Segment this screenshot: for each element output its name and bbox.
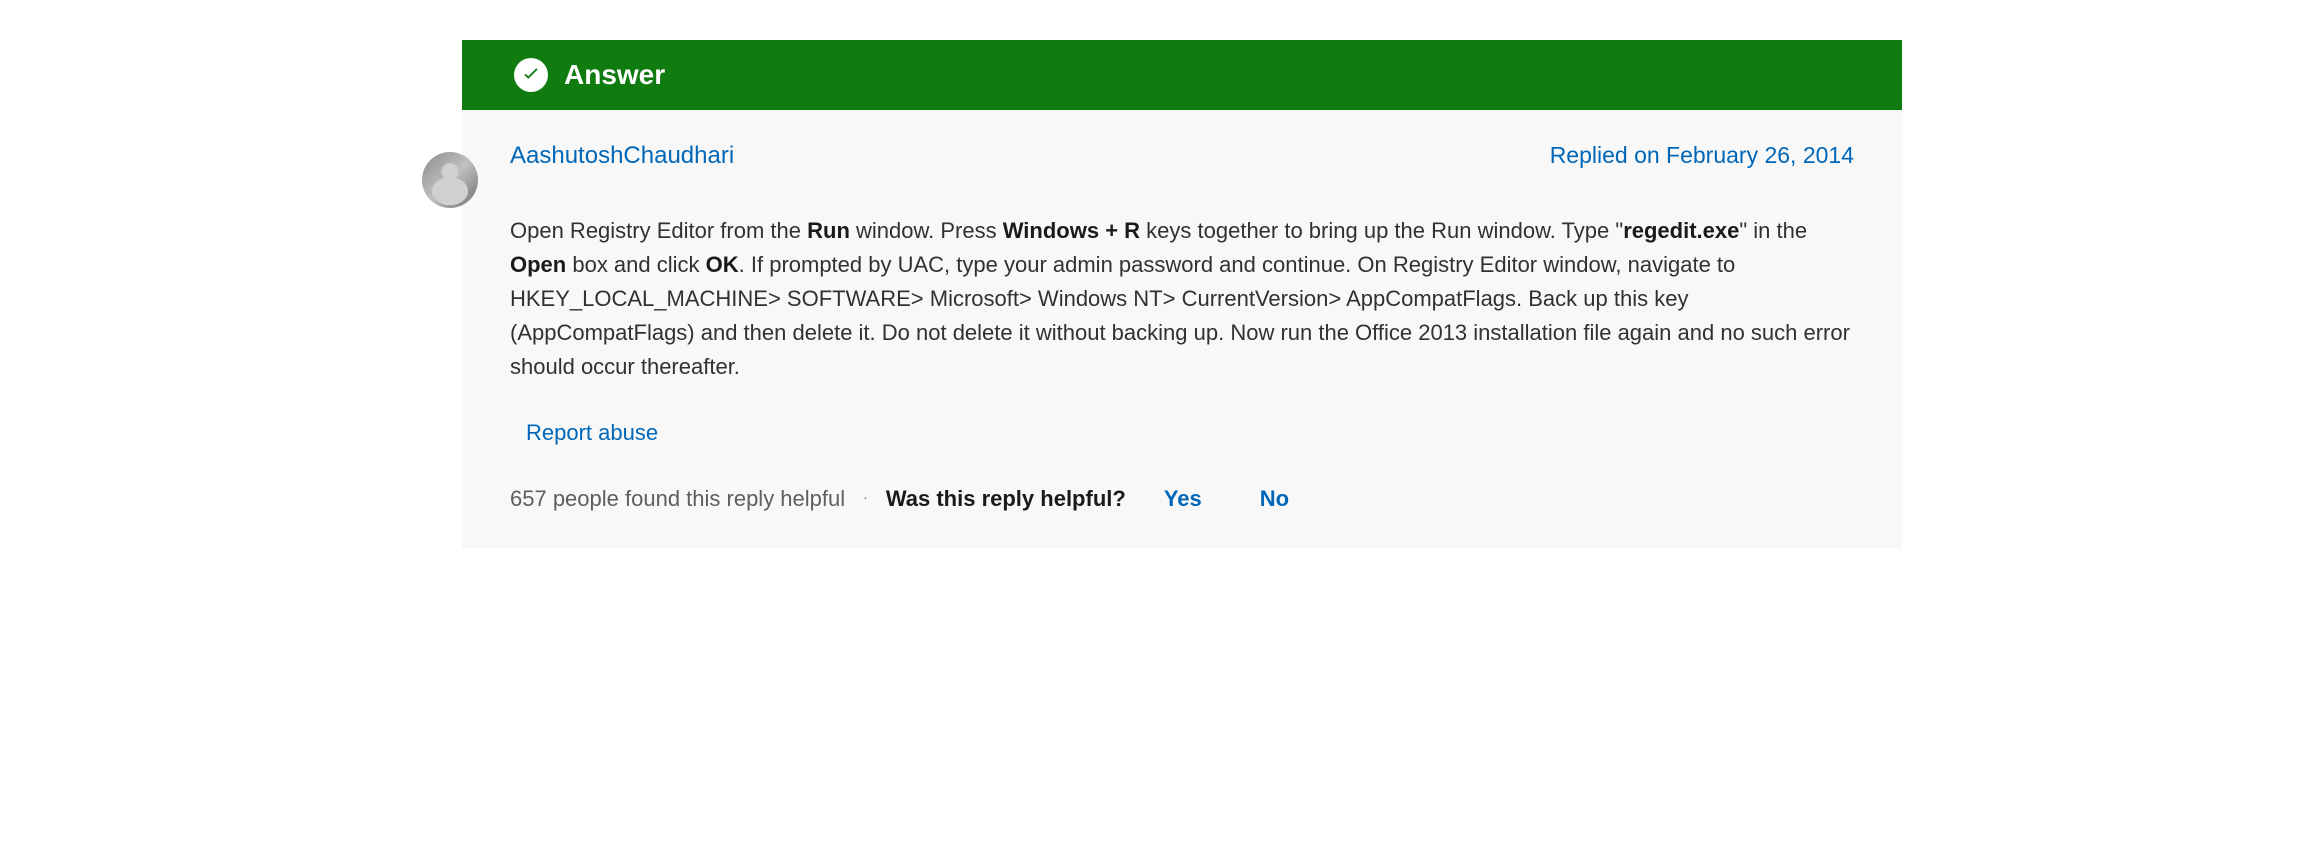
content-text: keys together to bring up the Run window… [1140, 218, 1623, 243]
content-text: window. Press [850, 218, 1003, 243]
content-text: Open Registry Editor from the [510, 218, 807, 243]
content-bold: Open [510, 252, 566, 277]
content-bold: Windows + R [1003, 218, 1140, 243]
answer-header-label: Answer [564, 59, 665, 91]
answer-header: Answer [462, 40, 1902, 110]
report-abuse-link[interactable]: Report abuse [526, 420, 658, 446]
vote-yes-button[interactable]: Yes [1164, 486, 1202, 512]
separator-dot-icon: · [863, 489, 868, 505]
content-bold: regedit.exe [1623, 218, 1739, 243]
reply-date: Replied on February 26, 2014 [1550, 142, 1854, 169]
answer-body: AashutoshChaudhari Replied on February 2… [462, 110, 1902, 548]
content-text: box and click [566, 252, 705, 277]
content-text: " in the [1739, 218, 1807, 243]
author-avatar[interactable] [422, 152, 478, 208]
content-bold: Run [807, 218, 850, 243]
helpful-count: 657 people found this reply helpful [510, 486, 845, 512]
author-link[interactable]: AashutoshChaudhari [510, 142, 734, 170]
helpful-question: Was this reply helpful? [886, 486, 1126, 512]
helpful-row: 657 people found this reply helpful · Wa… [510, 486, 1854, 512]
post-meta: AashutoshChaudhari Replied on February 2… [510, 142, 1854, 170]
vote-no-button[interactable]: No [1260, 486, 1289, 512]
content-bold: OK [706, 252, 739, 277]
answer-container: Answer AashutoshChaudhari Replied on Feb… [422, 40, 1902, 548]
check-circle-icon [514, 58, 548, 92]
post-content: Open Registry Editor from the Run window… [510, 214, 1854, 384]
